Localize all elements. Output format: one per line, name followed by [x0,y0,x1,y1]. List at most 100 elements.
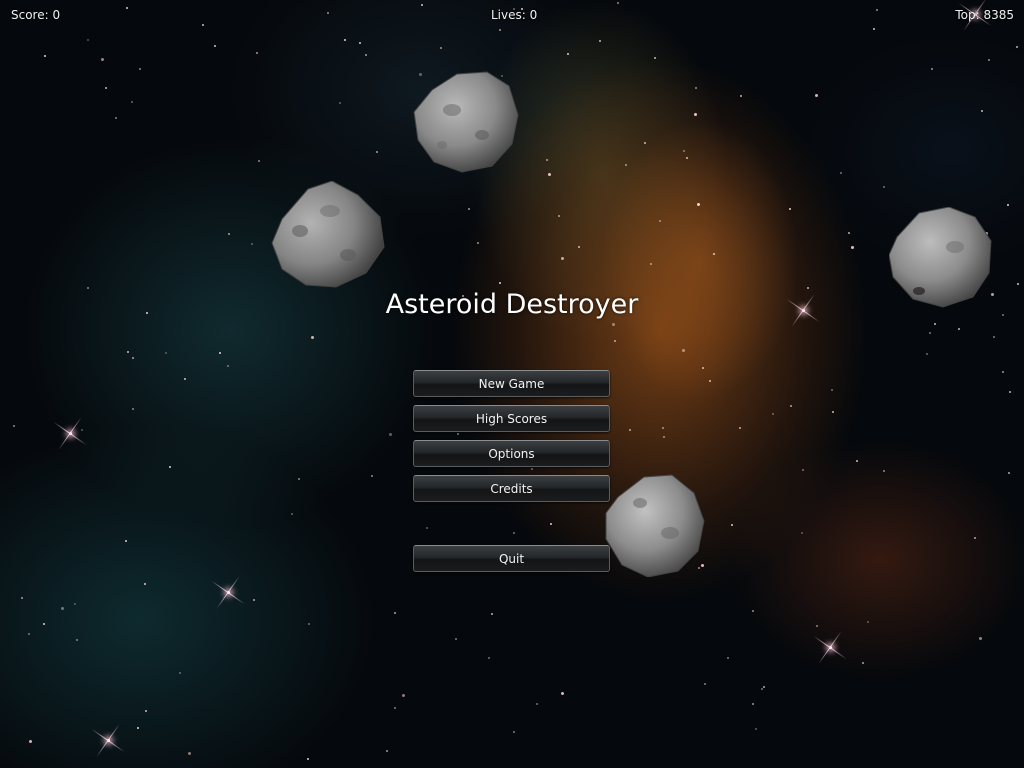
star-icon [883,470,885,472]
star-icon [617,2,619,4]
star-icon [127,351,129,353]
star-icon [227,365,229,367]
star-icon [625,164,627,166]
star-icon [546,159,548,161]
star-icon [697,203,700,206]
star-icon [682,349,685,352]
star-icon [772,413,774,415]
star-icon [816,625,818,627]
star-icon [389,433,392,436]
star-icon [974,537,976,539]
star-icon [599,40,601,42]
star-icon [291,513,293,515]
asteroid-icon [413,71,519,173]
star-icon [876,9,878,11]
star-icon [702,367,704,369]
star-icon [801,532,803,534]
star-icon [74,603,76,605]
star-icon [214,45,216,47]
star-icon [929,332,931,334]
star-icon [308,623,310,625]
star-icon [258,160,260,162]
bright-star-icon [226,590,230,594]
star-icon [43,623,45,625]
star-icon [755,728,757,730]
star-icon [931,68,933,70]
star-icon [144,583,146,585]
star-icon [137,727,139,729]
star-icon [614,340,616,342]
star-icon [253,599,255,601]
star-icon [709,380,711,382]
star-icon [61,607,64,610]
star-icon [832,411,834,413]
star-icon [867,621,869,623]
star-icon [802,469,804,471]
star-icon [1007,204,1009,206]
star-icon [131,101,133,103]
star-icon [132,408,134,410]
star-icon [848,232,850,234]
star-icon [659,220,661,222]
star-icon [694,113,697,116]
bright-star-icon [106,738,110,742]
star-icon [988,59,990,61]
options-button[interactable]: Options [413,440,610,467]
star-icon [851,246,854,249]
star-icon [488,657,490,659]
star-icon [169,466,171,468]
star-icon [926,353,928,355]
star-icon [184,378,186,380]
top-score-display: Top: 8385 [955,8,1014,22]
star-icon [339,102,341,104]
credits-button[interactable]: Credits [413,475,610,502]
star-icon [654,57,656,59]
star-icon [76,639,78,641]
star-icon [856,460,858,462]
star-icon [979,637,982,640]
star-icon [739,427,741,429]
star-icon [21,597,23,599]
star-icon [344,39,346,41]
star-icon [683,150,685,152]
star-icon [561,257,564,260]
star-icon [228,233,230,235]
asteroid-icon [605,474,705,577]
new-game-button[interactable]: New Game [413,370,610,397]
high-scores-button[interactable]: High Scores [413,405,610,432]
star-icon [831,389,833,391]
quit-button[interactable]: Quit [413,545,610,572]
star-icon [298,478,300,480]
star-icon [359,42,361,44]
star-icon [491,613,493,615]
star-icon [862,662,864,664]
star-icon [558,215,560,217]
star-icon [993,336,995,338]
bright-star-icon [828,645,832,649]
star-icon [365,54,367,56]
star-icon [662,427,664,429]
star-icon [28,633,30,635]
star-icon [548,173,551,176]
star-icon [531,468,533,470]
star-icon [731,524,733,526]
star-icon [752,703,754,705]
star-icon [740,95,742,97]
star-icon [752,610,754,612]
star-icon [663,436,665,438]
star-icon [327,12,329,14]
star-icon [499,282,501,284]
lives-display: Lives: 0 [491,8,538,22]
star-icon [815,94,818,97]
star-icon [513,532,515,534]
star-icon [883,186,885,188]
star-icon [311,336,314,339]
star-icon [934,323,936,325]
star-icon [125,540,127,542]
star-icon [536,703,538,705]
star-icon [695,87,697,89]
star-icon [727,657,729,659]
star-icon [394,612,396,614]
star-icon [550,523,552,525]
star-icon [499,29,501,31]
